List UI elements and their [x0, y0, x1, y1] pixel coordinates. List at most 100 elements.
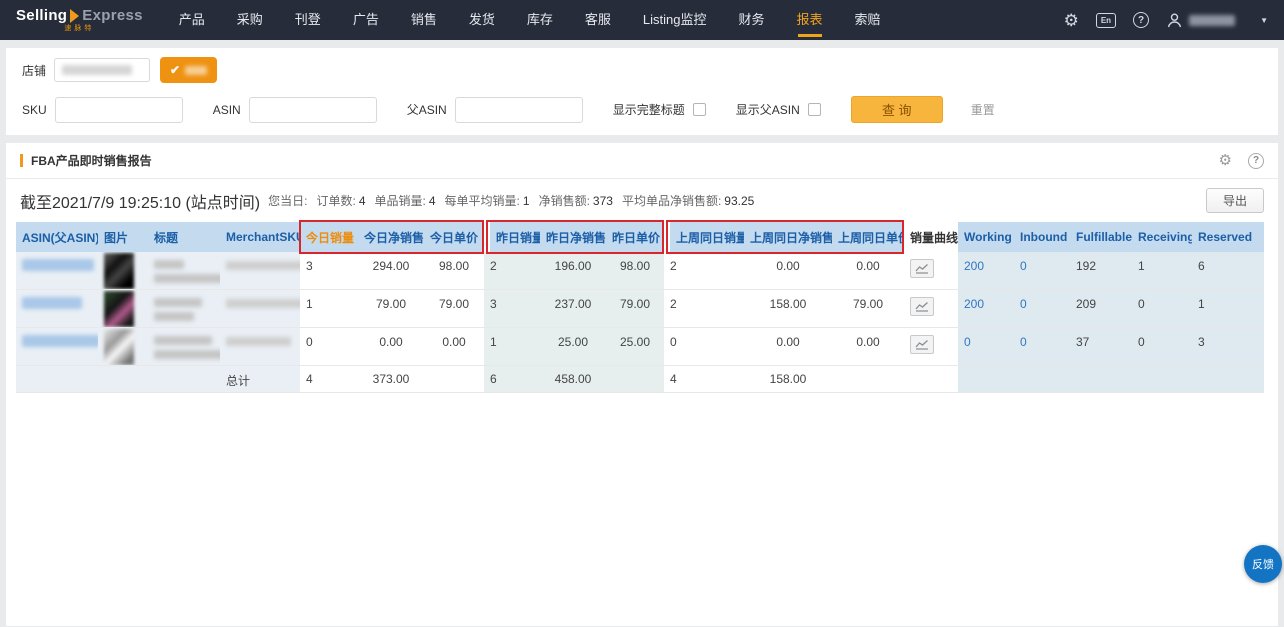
show-full-title-checkbox[interactable]: [693, 103, 706, 116]
cell-lastweek-qty: 0: [664, 328, 744, 366]
user-icon: [1166, 12, 1183, 29]
report-help-icon[interactable]: ?: [1248, 153, 1264, 169]
query-button[interactable]: 查 询: [851, 96, 943, 123]
sales-curve-button[interactable]: [910, 335, 934, 354]
cell-inbound-link[interactable]: 0: [1014, 252, 1070, 290]
nav-item-purchasing[interactable]: 采购: [237, 0, 263, 40]
header-working[interactable]: Working: [958, 222, 1014, 252]
language-en-icon[interactable]: En: [1096, 13, 1116, 28]
filter-row-shop: 店铺 ✔: [22, 57, 1262, 83]
logo-text-express: Express: [82, 8, 142, 23]
cell-working-link[interactable]: 200: [958, 290, 1014, 328]
totals-empty: [1014, 366, 1070, 393]
header-fulfillable[interactable]: Fulfillable: [1070, 222, 1132, 252]
header-inbound[interactable]: Inbound: [1014, 222, 1070, 252]
logo-subtitle: 速脉特: [64, 25, 94, 32]
export-button[interactable]: 导出: [1206, 188, 1264, 213]
nav-item-reports[interactable]: 报表: [797, 0, 823, 40]
header-today-qty[interactable]: 今日销量▼: [300, 222, 358, 252]
header-today-unit-price[interactable]: 今日单价: [424, 222, 484, 252]
sku-input[interactable]: [55, 97, 183, 123]
title-accent-bar: [20, 154, 23, 167]
help-icon[interactable]: ?: [1133, 12, 1149, 28]
nav-item-shipping[interactable]: 发货: [469, 0, 495, 40]
cell-lastweek-qty: 2: [664, 290, 744, 328]
header-image: 图片: [98, 222, 148, 252]
cell-merchant-sku: [220, 328, 300, 366]
totals-today-net: 373.00: [358, 366, 424, 393]
stat-value: 1: [523, 194, 530, 208]
show-parent-asin-checkbox[interactable]: [808, 103, 821, 116]
column-settings-icon[interactable]: ⚙: [1219, 153, 1232, 168]
asin-link-redacted[interactable]: [22, 297, 82, 309]
cell-working-link[interactable]: 0: [958, 328, 1014, 366]
header-receiving[interactable]: Receiving: [1132, 222, 1192, 252]
table-header-row: ASIN(父ASIN) 图片 标题 MerchantSKU 今日销量▼ 今日净销…: [16, 222, 1264, 252]
sales-table-wrap: ASIN(父ASIN) 图片 标题 MerchantSKU 今日销量▼ 今日净销…: [16, 222, 1268, 393]
header-yesterday-unit-price[interactable]: 昨日单价: [606, 222, 664, 252]
stat-net-sales: 净销售额:373: [539, 192, 613, 209]
header-label: Fulfillable: [1076, 230, 1132, 244]
reset-button[interactable]: 重置: [965, 100, 1001, 119]
nav-item-listing-monitor[interactable]: Listing监控: [643, 0, 707, 40]
header-label: 今日净销售额: [364, 231, 424, 245]
stat-label: 平均单品净销售额:: [622, 194, 721, 208]
nav-item-sales[interactable]: 销售: [411, 0, 437, 40]
asin-link-redacted[interactable]: [22, 259, 94, 271]
asin-link-redacted[interactable]: [22, 335, 98, 347]
logo[interactable]: Selling Express 速脉特: [16, 8, 143, 32]
nav-item-claims[interactable]: 索赔: [855, 0, 881, 40]
cell-title: [148, 290, 220, 328]
stat-orders: 订单数: 4: [316, 192, 365, 209]
cell-title: [148, 252, 220, 290]
header-lastweek-sameday-unit-price[interactable]: 上周同日单价: [832, 222, 904, 252]
sort-desc-icon: ▼: [357, 234, 358, 244]
cell-today-qty: 0: [300, 328, 358, 366]
header-reserved[interactable]: Reserved: [1192, 222, 1264, 252]
report-panel: FBA产品即时销售报告 ⚙ ? 截至2021/7/9 19:25:10 (站点时…: [6, 143, 1278, 626]
header-label: MerchantSKU: [226, 230, 300, 244]
header-today-net-sales[interactable]: 今日净销售额: [358, 222, 424, 252]
cell-asin: [16, 328, 98, 366]
shop-confirm-button[interactable]: ✔: [160, 57, 217, 83]
nav-item-publish[interactable]: 刊登: [295, 0, 321, 40]
cell-working-link[interactable]: 200: [958, 252, 1014, 290]
cell-inbound-link[interactable]: 0: [1014, 328, 1070, 366]
sku-redacted: [226, 299, 300, 308]
table-row: 3 294.00 98.00 2 196.00 98.00 2 0.00 0.0…: [16, 252, 1264, 290]
header-yesterday-qty[interactable]: 昨日销量: [484, 222, 540, 252]
shop-select[interactable]: [54, 58, 150, 82]
sales-curve-button[interactable]: [910, 259, 934, 278]
product-image: [104, 253, 134, 289]
title-line-redacted: [154, 298, 202, 307]
sales-curve-button[interactable]: [910, 297, 934, 316]
nav-item-inventory[interactable]: 库存: [527, 0, 553, 40]
feedback-button[interactable]: 反馈: [1244, 545, 1282, 583]
report-title: FBA产品即时销售报告: [31, 152, 152, 169]
header-label: 图片: [104, 231, 128, 245]
stat-label: 订单数:: [316, 194, 355, 208]
stat-value: 373: [593, 194, 613, 208]
cell-today-net: 294.00: [358, 252, 424, 290]
nav-item-products[interactable]: 产品: [179, 0, 205, 40]
cell-today-net: 79.00: [358, 290, 424, 328]
line-chart-icon: [915, 301, 929, 312]
header-yesterday-net-sales[interactable]: 昨日净销售额: [540, 222, 606, 252]
nav-item-ads[interactable]: 广告: [353, 0, 379, 40]
cell-reserved: 1: [1192, 290, 1264, 328]
stat-value: 4: [359, 194, 366, 208]
user-menu[interactable]: [1166, 12, 1235, 29]
parent-asin-input[interactable]: [455, 97, 583, 123]
sku-redacted: [226, 337, 291, 346]
nav-item-customer-service[interactable]: 客服: [585, 0, 611, 40]
shop-label: 店铺: [22, 62, 46, 79]
nav-item-finance[interactable]: 财务: [738, 0, 764, 40]
cell-inbound-link[interactable]: 0: [1014, 290, 1070, 328]
chevron-down-icon[interactable]: ▼: [1260, 16, 1268, 25]
settings-gear-icon[interactable]: ⚙: [1064, 12, 1079, 29]
stat-label: 每单平均销量:: [445, 194, 520, 208]
header-lastweek-sameday-net-sales[interactable]: 上周同日净销售额: [744, 222, 832, 252]
asin-input[interactable]: [249, 97, 377, 123]
parent-asin-label: 父ASIN: [407, 101, 447, 118]
header-lastweek-sameday-qty[interactable]: 上周同日销量: [664, 222, 744, 252]
